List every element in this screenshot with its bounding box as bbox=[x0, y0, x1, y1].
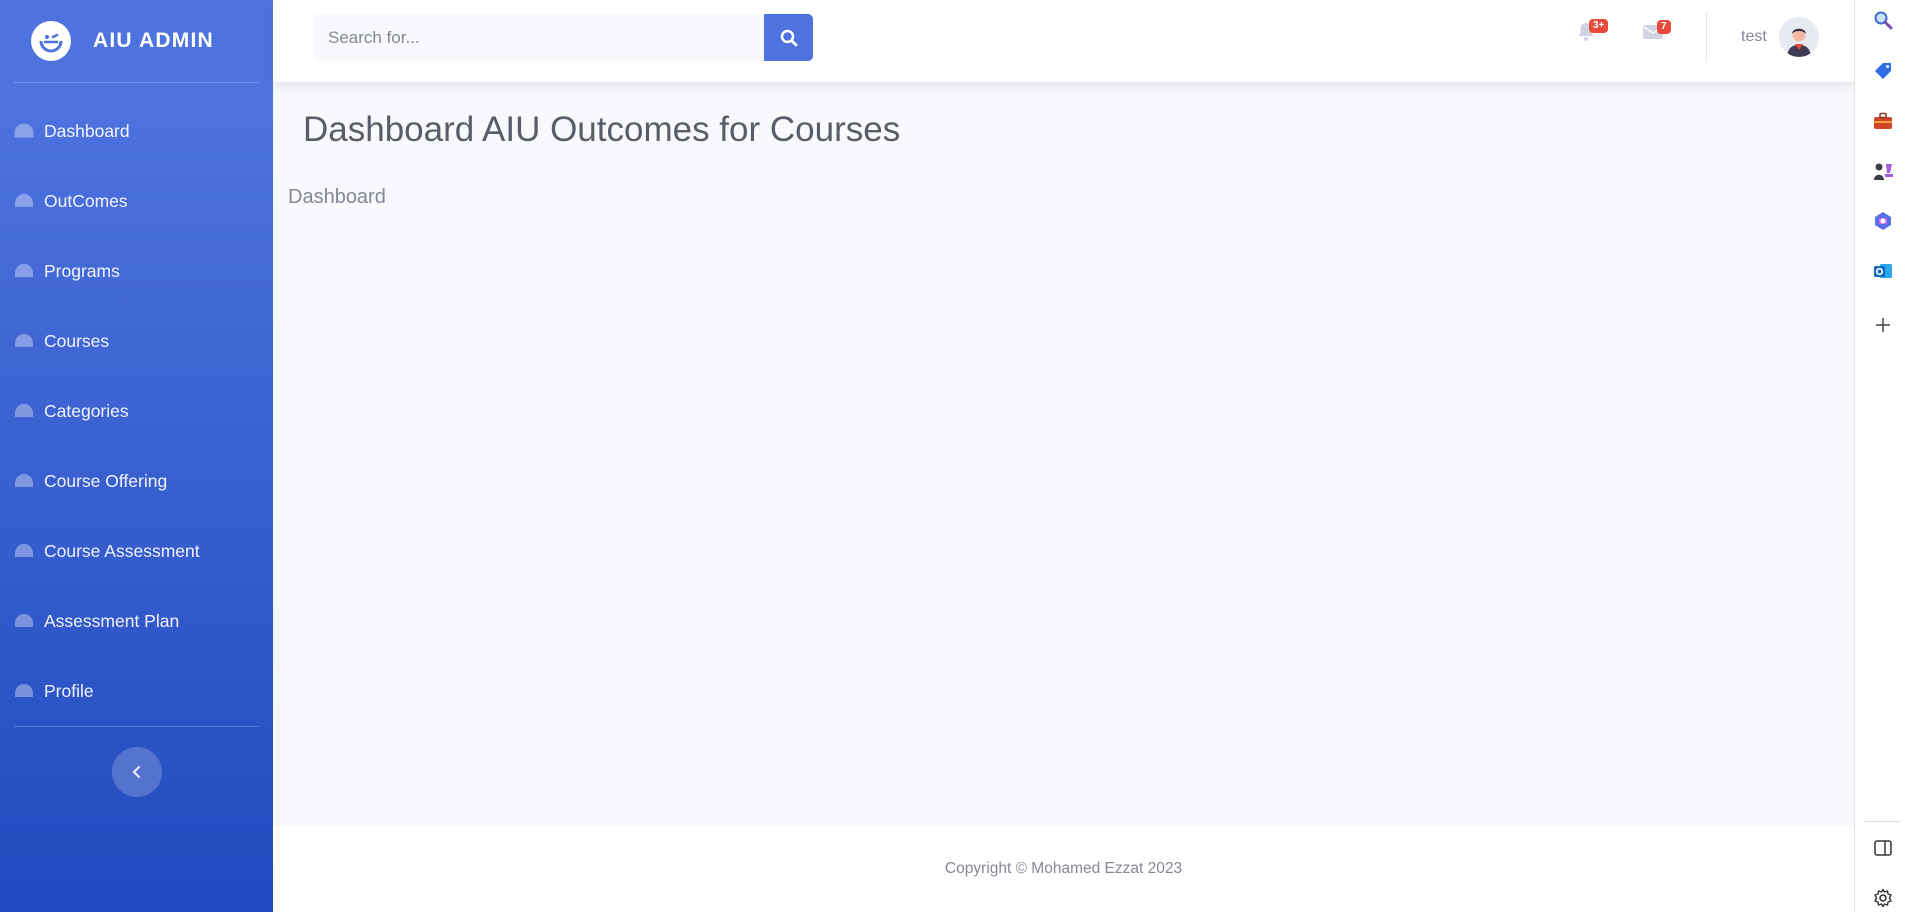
sidebar-brand[interactable]: AIU ADMIN bbox=[0, 0, 273, 82]
search-icon bbox=[780, 29, 797, 46]
tachometer-icon bbox=[15, 684, 33, 697]
toolbox-icon[interactable] bbox=[1872, 110, 1894, 132]
sidebar-item-label: Dashboard bbox=[44, 120, 130, 141]
tachometer-icon bbox=[15, 194, 33, 207]
messages-dropdown[interactable]: 7 bbox=[1643, 20, 1671, 45]
section-label: Dashboard bbox=[288, 186, 386, 208]
browser-side-rail bbox=[1854, 0, 1908, 912]
user-name[interactable]: test bbox=[1741, 28, 1767, 46]
search-icon[interactable] bbox=[1872, 9, 1894, 31]
topbar: 3+ 7 test bbox=[273, 0, 1854, 82]
sidebar-nav: Dashboard OutComes Programs Courses Cate… bbox=[0, 96, 273, 726]
tachometer-icon bbox=[15, 404, 33, 417]
alerts-badge: 3+ bbox=[1589, 19, 1609, 33]
page-title: Dashboard AIU Outcomes for Courses bbox=[303, 110, 901, 149]
copyright-text: Copyright © Mohamed Ezzat 2023 bbox=[944, 860, 1183, 877]
settings-icon[interactable] bbox=[1872, 887, 1894, 909]
sidebar-item-courses[interactable]: Courses bbox=[0, 306, 273, 376]
search-button[interactable] bbox=[764, 14, 813, 61]
tachometer-icon bbox=[15, 264, 33, 277]
search-group bbox=[313, 14, 813, 61]
tachometer-icon bbox=[15, 544, 33, 557]
tachometer-icon bbox=[15, 474, 33, 487]
tachometer-icon bbox=[15, 614, 33, 627]
sidebar-item-assessment-plan[interactable]: Assessment Plan bbox=[0, 586, 273, 656]
sidebar-item-categories[interactable]: Categories bbox=[0, 376, 273, 446]
chevron-left-icon bbox=[131, 765, 140, 779]
sidebar-item-label: Courses bbox=[44, 330, 110, 351]
sidebar-item-label: Programs bbox=[44, 260, 120, 281]
sidebar: AIU ADMIN Dashboard OutComes Programs Co… bbox=[0, 0, 273, 912]
sidebar-item-programs[interactable]: Programs bbox=[0, 236, 273, 306]
sidebar-item-course-offering[interactable]: Course Offering bbox=[0, 446, 273, 516]
sidebar-item-outcomes[interactable]: OutComes bbox=[0, 166, 273, 236]
tachometer-icon bbox=[15, 334, 33, 347]
sidebar-item-label: Assessment Plan bbox=[44, 610, 180, 631]
copilot-icon[interactable] bbox=[1872, 210, 1894, 232]
brand-text: AIU ADMIN bbox=[93, 29, 214, 52]
chess-icon[interactable] bbox=[1872, 160, 1894, 182]
sidebar-toggle-button[interactable] bbox=[111, 747, 162, 797]
search-input[interactable] bbox=[313, 14, 764, 61]
sidebar-item-label: OutComes bbox=[44, 190, 128, 211]
messages-badge: 7 bbox=[1657, 20, 1671, 34]
sidebar-item-label: Course Assessment bbox=[44, 540, 200, 561]
sidebar-item-label: Categories bbox=[44, 400, 129, 421]
sidebar-toggle-icon[interactable] bbox=[1872, 837, 1894, 859]
sidebar-item-profile[interactable]: Profile bbox=[0, 656, 273, 726]
footer: Copyright © Mohamed Ezzat 2023 bbox=[273, 826, 1854, 912]
sidebar-item-label: Course Offering bbox=[44, 470, 168, 491]
topbar-divider bbox=[1706, 12, 1707, 62]
alerts-dropdown[interactable]: 3+ bbox=[1577, 19, 1609, 47]
outlook-icon[interactable] bbox=[1872, 260, 1894, 282]
tag-icon[interactable] bbox=[1872, 60, 1894, 82]
brand-logo-icon bbox=[31, 21, 71, 61]
sidebar-item-dashboard[interactable]: Dashboard bbox=[0, 96, 273, 166]
sidebar-item-label: Profile bbox=[44, 680, 94, 701]
sidebar-item-course-assessment[interactable]: Course Assessment bbox=[0, 516, 273, 586]
plus-icon[interactable] bbox=[1872, 314, 1894, 336]
avatar[interactable] bbox=[1779, 17, 1819, 57]
rail-divider bbox=[1865, 821, 1901, 822]
tachometer-icon bbox=[14, 123, 34, 138]
